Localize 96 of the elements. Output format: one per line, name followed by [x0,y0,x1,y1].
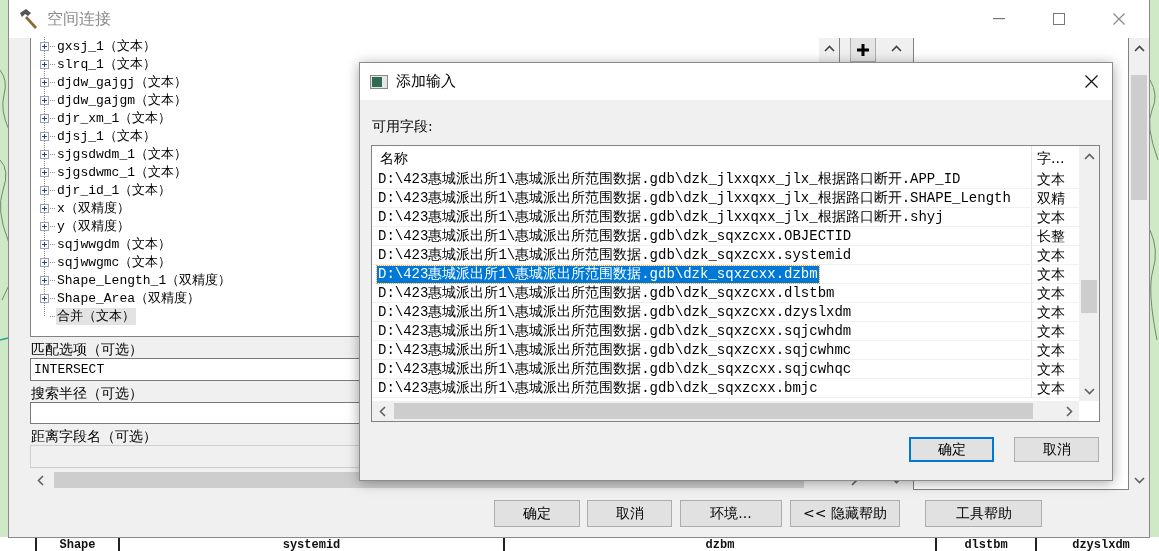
list-item[interactable]: D:\423惠城派出所1\惠城派出所范围数据.gdb\dzk_sqxzcxx.sqjcwhmc [377,341,853,359]
table-cell: 双精 [1037,190,1065,206]
table-cell: 文本 [1037,361,1065,377]
scrollbar[interactable] [372,401,1079,421]
column-header: Shape [59,539,96,551]
dialog-button[interactable]: 确定 [494,500,580,527]
expand-icon[interactable] [40,41,49,51]
close-icon[interactable] [1085,75,1098,88]
chevron-left-icon[interactable] [378,405,386,417]
chevron-right-icon[interactable] [1065,405,1073,417]
column-header[interactable]: 字... [1032,146,1079,170]
table-cell: 文本 [1037,209,1065,225]
tree-item[interactable]: x（双精度） [56,199,131,217]
list-item[interactable]: D:\423惠城派出所1\惠城派出所范围数据.gdb\dzk_jlxxqxx_jlx_根据路口断开.SHAPE_Length [377,189,1012,207]
tree-item[interactable]: sjgsdwdm_1（文本） [56,145,188,163]
tree-item[interactable]: djr_xm_1（文本） [56,109,173,127]
expand-icon[interactable] [40,239,49,249]
expand-icon[interactable] [40,95,49,105]
dialog-button[interactable]: 工具帮助 [925,500,1042,527]
expand-icon[interactable] [40,185,49,195]
tree-item[interactable]: sqjwwgdm（文本） [56,235,173,253]
column-header: dlstbm [964,539,1008,551]
table-cell: 文本 [1037,304,1065,320]
expand-icon[interactable] [40,77,49,87]
tree-item[interactable]: sjgsdwmc_1（文本） [56,163,188,181]
list-item[interactable]: D:\423惠城派出所1\惠城派出所范围数据.gdb\dzk_sqxzcxx.sqjcwhdm [377,322,853,340]
column-header: systemid [282,539,341,551]
dialog-button[interactable]: << 隐藏帮助 [790,500,900,527]
tree-item[interactable]: Shape_Length_1（双精度） [56,271,233,289]
table-cell: 文本 [1037,266,1065,282]
hammer-icon [18,8,40,30]
dialog-button[interactable]: 确定 [909,437,994,462]
list-item[interactable]: D:\423惠城派出所1\惠城派出所范围数据.gdb\dzk_sqxzcxx.dzyslxdm [377,303,853,321]
field-label: 匹配选项（可选） [31,341,143,357]
chevron-down-icon[interactable] [1133,476,1145,484]
tree-item[interactable]: 合并（文本） [56,307,136,325]
list-item[interactable]: D:\423惠城派出所1\惠城派出所范围数据.gdb\dzk_sqxzcxx.sqjcwhqc [377,360,853,378]
scrollbar-thumb[interactable] [394,403,1033,419]
chevron-up-icon[interactable] [1133,44,1145,52]
minimize-icon[interactable] [993,18,1005,20]
column-header[interactable]: 名称 [372,146,1032,170]
maximize-icon[interactable] [1053,13,1065,25]
dialog-button[interactable]: 取消 [1014,437,1099,462]
dialog-title: 添加输入 [396,72,456,91]
column-header: dzyslxdm [1072,539,1130,551]
chevron-up-icon[interactable] [823,44,835,52]
tree-item[interactable]: slrq_1（文本） [56,55,157,73]
list-item[interactable]: D:\423惠城派出所1\惠城派出所范围数据.gdb\dzk_sqxzcxx.bmjc [377,379,819,397]
expand-icon[interactable] [40,59,49,69]
tree-item[interactable]: djsj_1（文本） [56,127,157,145]
list-item[interactable]: D:\423惠城派出所1\惠城派出所范围数据.gdb\dzk_jlxxqxx_jlx_根据路口断开.APP_ID [377,170,962,188]
table-cell: 文本 [1037,342,1065,358]
chevron-down-icon[interactable] [1083,387,1095,395]
expand-icon[interactable] [40,131,49,141]
field-label: 距离字段名（可选） [31,428,157,445]
list-item[interactable]: D:\423惠城派出所1\惠城派出所范围数据.gdb\dzk_sqxzcxx.OBJECTID [377,227,853,245]
expand-icon[interactable] [40,149,49,159]
window-title: 空间连接 [47,8,111,30]
window-icon [370,74,388,89]
table-cell: 文本 [1037,323,1065,339]
table-cell: 文本 [1037,285,1065,301]
list-item[interactable]: D:\423惠城派出所1\惠城派出所范围数据.gdb\dzk_sqxzcxx.systemid [377,246,853,264]
expand-icon[interactable] [40,257,49,267]
expand-icon[interactable] [40,221,49,231]
tree-item[interactable]: Shape_Area（双精度） [56,289,201,307]
dialog-button[interactable]: 取消 [587,500,672,527]
field-label: 搜索半径（可选） [31,384,143,401]
chevron-left-icon[interactable] [36,474,44,486]
expand-icon[interactable] [40,113,49,123]
expand-icon[interactable] [40,167,49,177]
add-button[interactable] [850,38,876,62]
tree-item[interactable]: djdw_gajgj（文本） [56,73,188,91]
scrollbar-thumb[interactable] [1081,280,1097,313]
column-header: dzbm [705,539,735,551]
list-label: 可用字段: [372,118,433,134]
chevron-up-icon[interactable] [1083,152,1095,160]
tree-item[interactable]: gxsj_1（文本） [56,37,157,55]
tree-item[interactable]: y（双精度） [56,217,131,235]
scrollbar-thumb[interactable] [1131,75,1147,200]
list-item[interactable]: D:\423惠城派出所1\惠城派出所范围数据.gdb\dzk_jlxxqxx_jlx_根据路口断开.shyj [377,208,945,226]
expand-icon[interactable] [40,293,49,303]
scrollbar[interactable] [1079,146,1099,401]
dialog-button[interactable]: 环境... [680,500,782,527]
table-cell: 文本 [1037,380,1065,396]
tree-item[interactable]: djr_id_1（文本） [56,181,173,199]
table-cell: 文本 [1037,247,1065,263]
tree-item[interactable]: djdw_gajgm（文本） [56,91,188,109]
table-cell: 长整 [1037,228,1065,244]
chevron-up-icon[interactable] [890,44,902,52]
plus-icon [856,42,870,57]
table-cell: 文本 [1037,171,1065,187]
tree-item[interactable]: sqjwwgmc（文本） [56,253,173,271]
expand-icon[interactable] [40,203,49,213]
list-item[interactable]: D:\423惠城派出所1\惠城派出所范围数据.gdb\dzk_sqxzcxx.dzbm [377,265,819,283]
expand-icon[interactable] [40,275,49,285]
list-item[interactable]: D:\423惠城派出所1\惠城派出所范围数据.gdb\dzk_sqxzcxx.dlstbm [377,284,836,302]
